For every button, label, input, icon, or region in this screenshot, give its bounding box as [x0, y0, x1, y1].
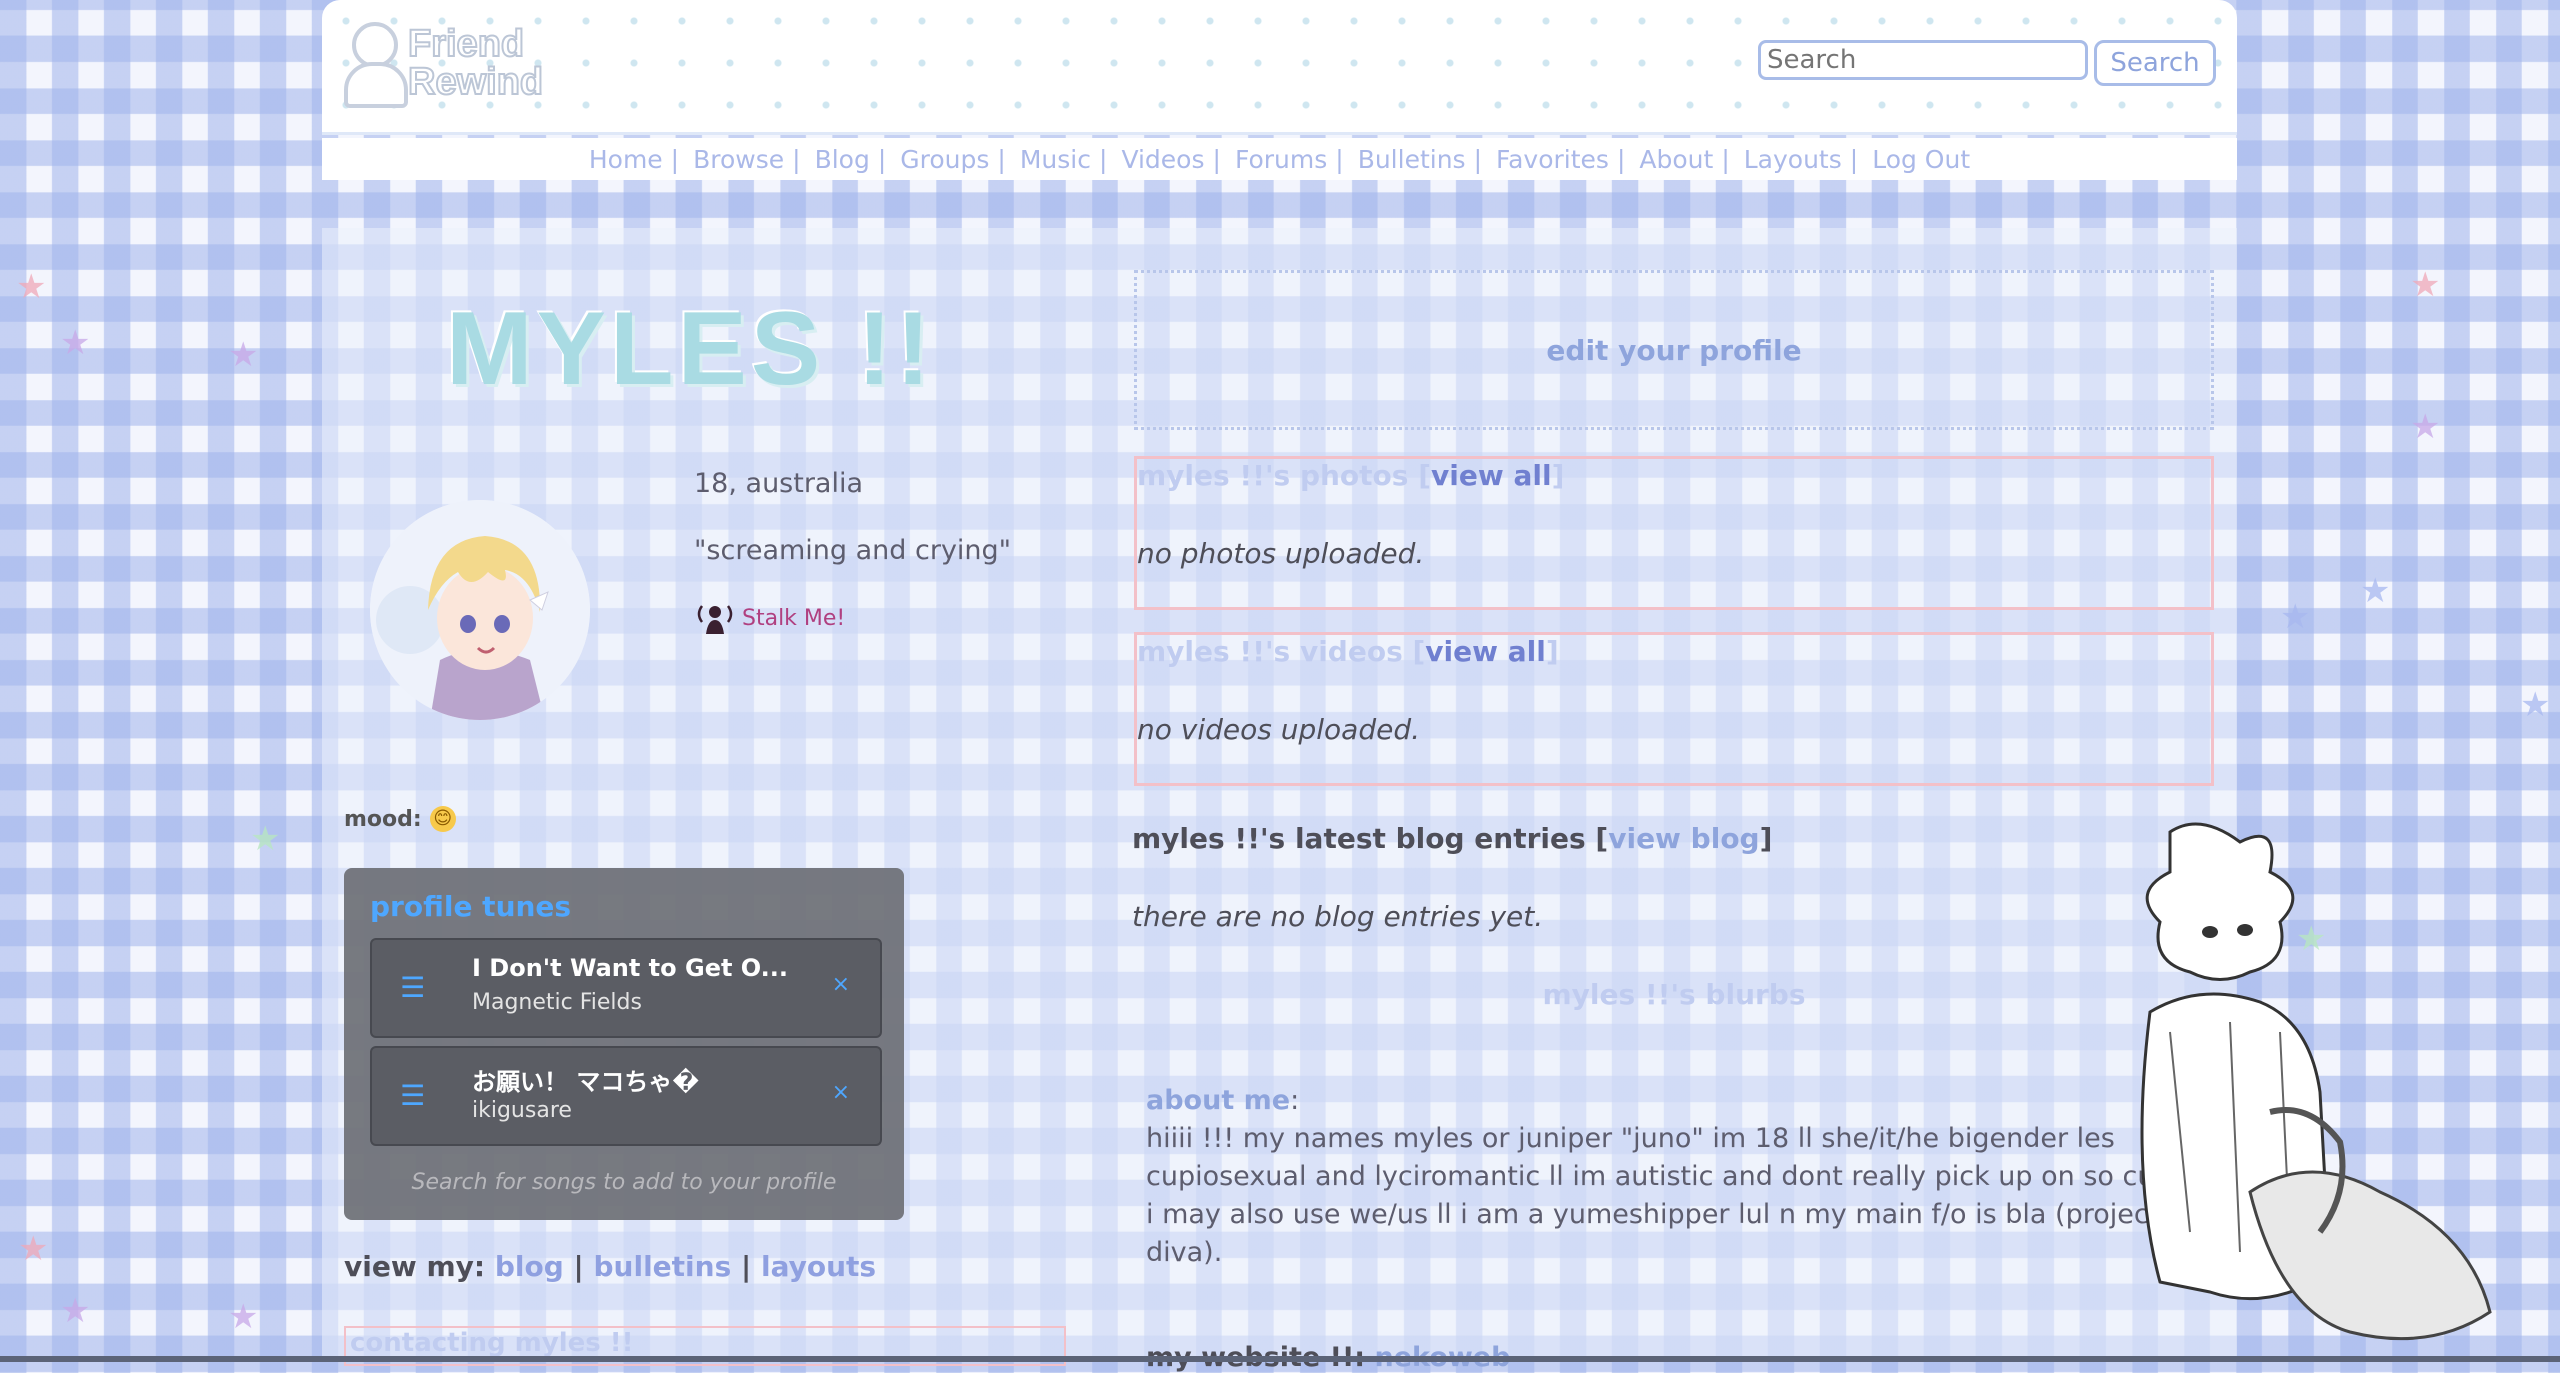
star-icon: ★ — [2280, 597, 2311, 637]
photos-view-all-link[interactable]: view all — [1431, 459, 1552, 492]
nav-videos[interactable]: Videos — [1121, 145, 1204, 174]
broadcast-person-icon — [697, 605, 733, 634]
search-button[interactable]: Search — [2094, 40, 2216, 86]
drag-handle-icon[interactable]: ☰ — [400, 1082, 426, 1110]
stalk-me-button[interactable]: Stalk Me! — [694, 602, 1011, 634]
star-icon: ★ — [60, 323, 91, 363]
profile-content: MYLES !! 18, australia "screaming and cr… — [322, 228, 2237, 1373]
window-bottom-edge — [0, 1356, 2560, 1362]
remove-track-icon[interactable]: × — [832, 972, 850, 997]
user-silhouette-icon — [344, 22, 408, 108]
site-container: Friend Rewind Search Home| Browse| Blog|… — [322, 0, 2237, 1373]
view-my-links: view my: blog | bulletins | layouts — [344, 1250, 877, 1283]
about-me-text: hiiii !!! my names myles or juniper "jun… — [1146, 1123, 2194, 1268]
nav-forums[interactable]: Forums — [1235, 145, 1327, 174]
avatar-illustration — [370, 500, 590, 720]
star-icon: ★ — [18, 1229, 49, 1269]
star-icon: ★ — [2520, 685, 2551, 725]
edit-profile-link[interactable]: edit your profile — [1546, 334, 1801, 367]
nav-logout[interactable]: Log Out — [1872, 145, 1970, 174]
videos-box: myles !!'s videos [view all] no videos u… — [1134, 632, 2214, 786]
track-name: お願い！ マコちゃ� — [472, 1068, 700, 1096]
main-nav: Home | Browse | Blog | Groups | Music | Video… — [322, 138, 2237, 180]
blog-header: myles !!'s latest blog entries [view blo… — [1132, 822, 1773, 855]
videos-empty-text: no videos uploaded. — [1137, 713, 1421, 746]
smile-emoji-icon: 😊 — [429, 806, 456, 832]
nav-layouts[interactable]: Layouts — [1744, 145, 1842, 174]
profile-headline: "screaming and crying" — [694, 535, 1012, 566]
nav-bulletins[interactable]: Bulletins — [1358, 145, 1466, 174]
track-name: I Don't Want to Get O... — [472, 954, 789, 982]
view-blog-link[interactable]: view blog — [1608, 822, 1759, 855]
remove-track-icon[interactable]: × — [832, 1080, 850, 1105]
drag-handle-icon[interactable]: ☰ — [400, 974, 426, 1002]
avatar[interactable] — [370, 500, 590, 720]
star-icon: ★ — [2410, 265, 2441, 305]
edit-profile-box: edit your profile — [1134, 270, 2214, 430]
blog-empty-text: there are no blog entries yet. — [1132, 900, 1544, 933]
profile-name: MYLES !! — [446, 291, 935, 407]
tunes-title: profile tunes — [370, 890, 572, 923]
star-icon: ★ — [2410, 407, 2441, 447]
view-my-bulletins-link[interactable]: bulletins — [594, 1250, 732, 1283]
photos-header: myles !!'s photos [view all] — [1137, 459, 1565, 492]
mood-indicator: mood: 😊 — [344, 806, 456, 832]
contacting-title: contacting myles !! — [350, 1328, 634, 1358]
star-icon: ★ — [228, 1297, 259, 1337]
view-my-blog-link[interactable]: blog — [495, 1250, 564, 1283]
track-artist: ikigusare — [472, 1098, 572, 1123]
photos-box: myles !!'s photos [view all] no photos u… — [1134, 456, 2214, 610]
videos-view-all-link[interactable]: view all — [1425, 635, 1546, 668]
character-sketch-image — [2140, 822, 2492, 1341]
nav-about[interactable]: About — [1639, 145, 1713, 174]
nav-music[interactable]: Music — [1020, 145, 1091, 174]
track-row[interactable]: ☰ I Don't Want to Get O... Magnetic Fiel… — [370, 938, 882, 1038]
track-row[interactable]: ☰ お願い！ マコちゃ� ikigusare × — [370, 1046, 882, 1146]
site-header: Friend Rewind Search — [322, 0, 2237, 135]
star-icon: ★ — [60, 1291, 91, 1331]
track-artist: Magnetic Fields — [472, 990, 642, 1015]
nav-blog[interactable]: Blog — [815, 145, 870, 174]
view-my-layouts-link[interactable]: layouts — [761, 1250, 876, 1283]
videos-header: myles !!'s videos [view all] — [1137, 635, 1559, 668]
star-icon: ★ — [250, 819, 281, 859]
about-me-section: about me: hiiii !!! my names myles or ju… — [1146, 1082, 2206, 1272]
photos-empty-text: no photos uploaded. — [1137, 537, 1425, 570]
song-search-hint[interactable]: Search for songs to add to your profile — [344, 1170, 904, 1195]
nav-browse[interactable]: Browse — [693, 145, 784, 174]
nav-groups[interactable]: Groups — [900, 145, 989, 174]
star-icon: ★ — [16, 267, 47, 307]
search-input[interactable] — [1758, 40, 2088, 80]
site-logo[interactable]: Friend Rewind — [344, 22, 544, 108]
nav-home[interactable]: Home — [589, 145, 663, 174]
age-location: 18, australia — [694, 468, 864, 499]
logo-text: Friend Rewind — [407, 23, 544, 103]
profile-details: 18, australia "screaming and crying" Sta… — [694, 468, 1011, 634]
star-icon: ★ — [2360, 571, 2391, 611]
nav-favorites[interactable]: Favorites — [1496, 145, 1609, 174]
star-icon: ★ — [228, 335, 259, 375]
about-me-label: about me — [1146, 1085, 1291, 1116]
profile-tunes-widget: profile tunes ☰ I Don't Want to Get O...… — [344, 868, 904, 1220]
